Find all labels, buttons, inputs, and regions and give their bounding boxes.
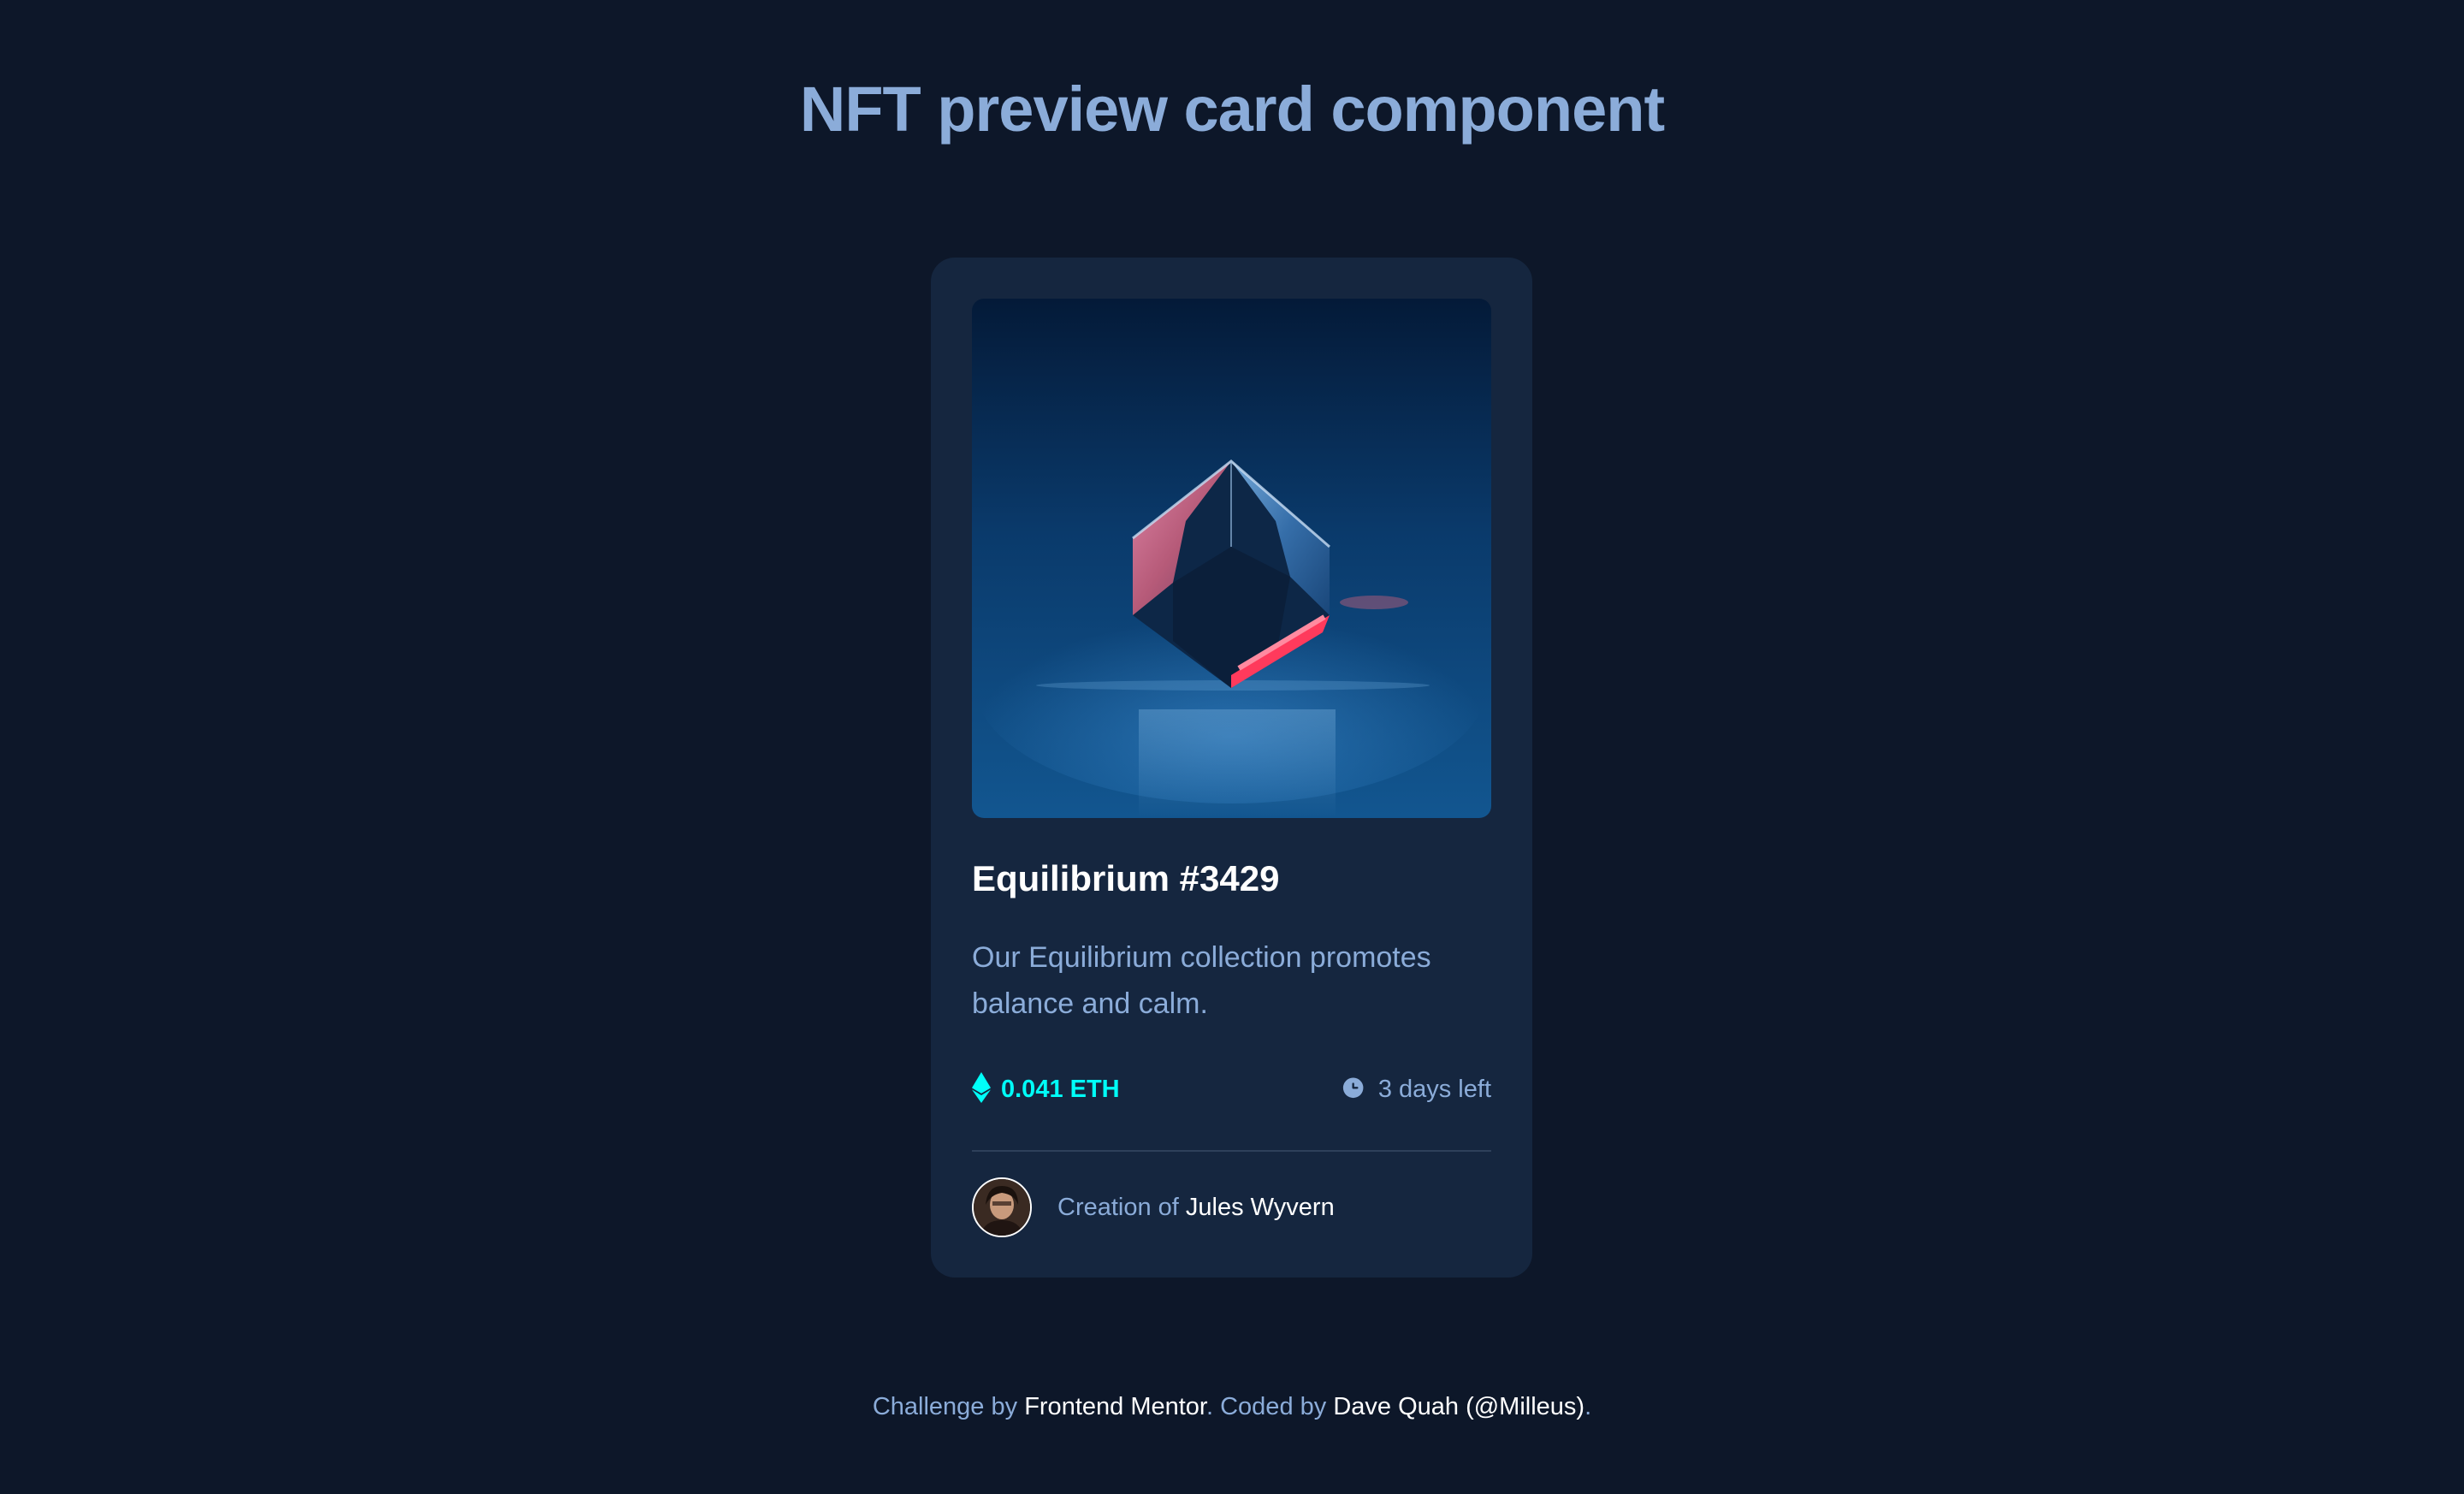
creator: Creation of Jules Wyvern (972, 1177, 1335, 1238)
divider (972, 1150, 1491, 1152)
nft-card: Equilibrium #3429 Our Equilibrium collec… (931, 258, 1532, 1278)
challenge-prefix: Challenge by (872, 1393, 1018, 1420)
nft-description: Our Equilibrium collection promotes bala… (972, 941, 1431, 1020)
nft-stats: 0.041 ETH 3 days left (972, 1068, 1491, 1111)
footer-period: . (1205, 1393, 1214, 1420)
creator-prefix: Creation of (1057, 1194, 1179, 1221)
coded-prefix: Coded by (1220, 1393, 1327, 1420)
nft-image[interactable] (972, 299, 1491, 818)
time-left-value: 3 days left (1377, 1075, 1491, 1103)
avatar (972, 1177, 1032, 1237)
ethereum-icon (972, 1071, 991, 1107)
time-left: 3 days left (1341, 1068, 1491, 1111)
clock-icon (1341, 1075, 1366, 1105)
creator-name-link[interactable]: Jules Wyvern (1186, 1194, 1335, 1221)
price: 0.041 ETH (972, 1068, 1120, 1111)
footer-period: . (1584, 1393, 1592, 1420)
equilibrium-cube-image (972, 299, 1491, 818)
coder-link[interactable]: Dave Quah (@Milleus) (1333, 1393, 1584, 1420)
frontend-mentor-link[interactable]: Frontend Mentor (1024, 1393, 1206, 1420)
page-title: NFT preview card component (799, 74, 1665, 145)
attribution-footer: Challenge by Frontend Mentor. Coded by D… (0, 1386, 2464, 1427)
price-value: 0.041 ETH (1001, 1075, 1120, 1103)
creator-line: Creation of Jules Wyvern (1057, 1190, 1335, 1224)
nft-title[interactable]: Equilibrium #3429 (972, 855, 1279, 903)
